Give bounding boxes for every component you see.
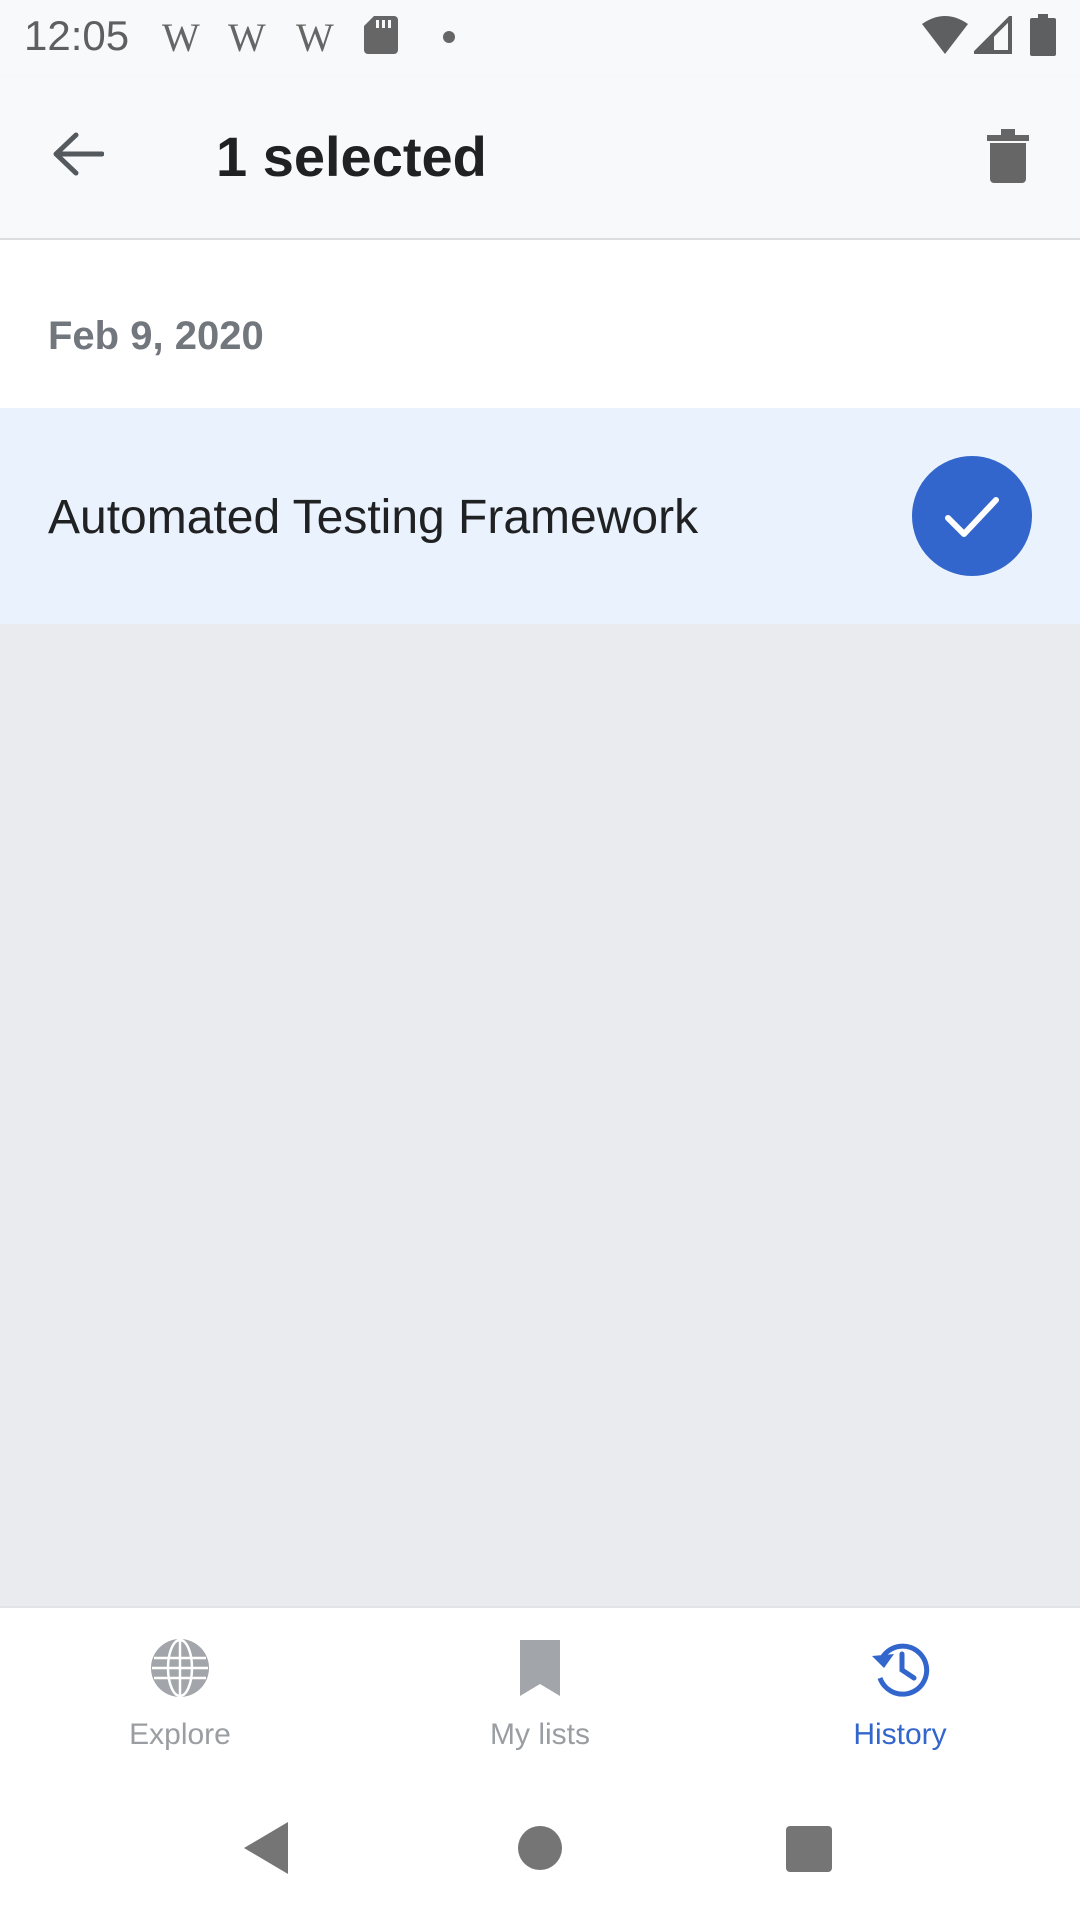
status-bar: 12:05 W W W (0, 0, 1080, 76)
back-button[interactable] (40, 116, 116, 192)
notification-dot-icon (443, 31, 455, 43)
sd-card-icon (364, 16, 398, 54)
wikipedia-notification-icon: W (296, 15, 334, 60)
nav-tab-my-lists[interactable]: My lists (360, 1608, 720, 1782)
date-label: Feb 9, 2020 (48, 314, 264, 358)
checkmark-icon (945, 497, 999, 537)
system-back-icon[interactable] (244, 1822, 288, 1874)
nav-label-explore: Explore (129, 1718, 231, 1751)
nav-label-history: History (853, 1718, 947, 1751)
bottom-navigation: Explore My lists History (0, 1606, 1080, 1780)
history-icon (872, 1643, 930, 1697)
wikipedia-notification-icon: W (228, 15, 266, 60)
trash-icon (987, 129, 1029, 183)
screen: 12:05 W W W 1 selected Feb 9, 2020 Autom… (0, 0, 1080, 1920)
selected-check-icon[interactable] (912, 456, 1032, 576)
wikipedia-notification-icon: W (162, 15, 200, 60)
battery-icon (1030, 14, 1056, 56)
nav-tab-history[interactable]: History (720, 1608, 1080, 1782)
bookmark-icon (520, 1640, 560, 1696)
system-recents-icon[interactable] (786, 1826, 832, 1872)
system-home-icon[interactable] (518, 1826, 562, 1870)
status-time: 12:05 (24, 12, 130, 59)
delete-button[interactable] (970, 118, 1046, 194)
globe-icon (151, 1638, 209, 1698)
history-item-title: Automated Testing Framework (48, 491, 699, 544)
signal-icon (974, 16, 1012, 54)
nav-label-my-lists: My lists (490, 1718, 590, 1751)
system-navigation-bar (0, 1780, 1080, 1920)
selection-count-title: 1 selected (216, 125, 487, 188)
history-list[interactable]: Feb 9, 2020 Automated Testing Framework (0, 240, 1080, 1606)
action-mode-bar: 1 selected (0, 76, 1080, 240)
nav-tab-explore[interactable]: Explore (0, 1608, 360, 1782)
arrow-back-icon (53, 132, 104, 176)
wifi-icon (922, 16, 968, 54)
history-item-row[interactable]: Automated Testing Framework (0, 408, 1080, 624)
date-section-header: Feb 9, 2020 (0, 240, 1080, 408)
